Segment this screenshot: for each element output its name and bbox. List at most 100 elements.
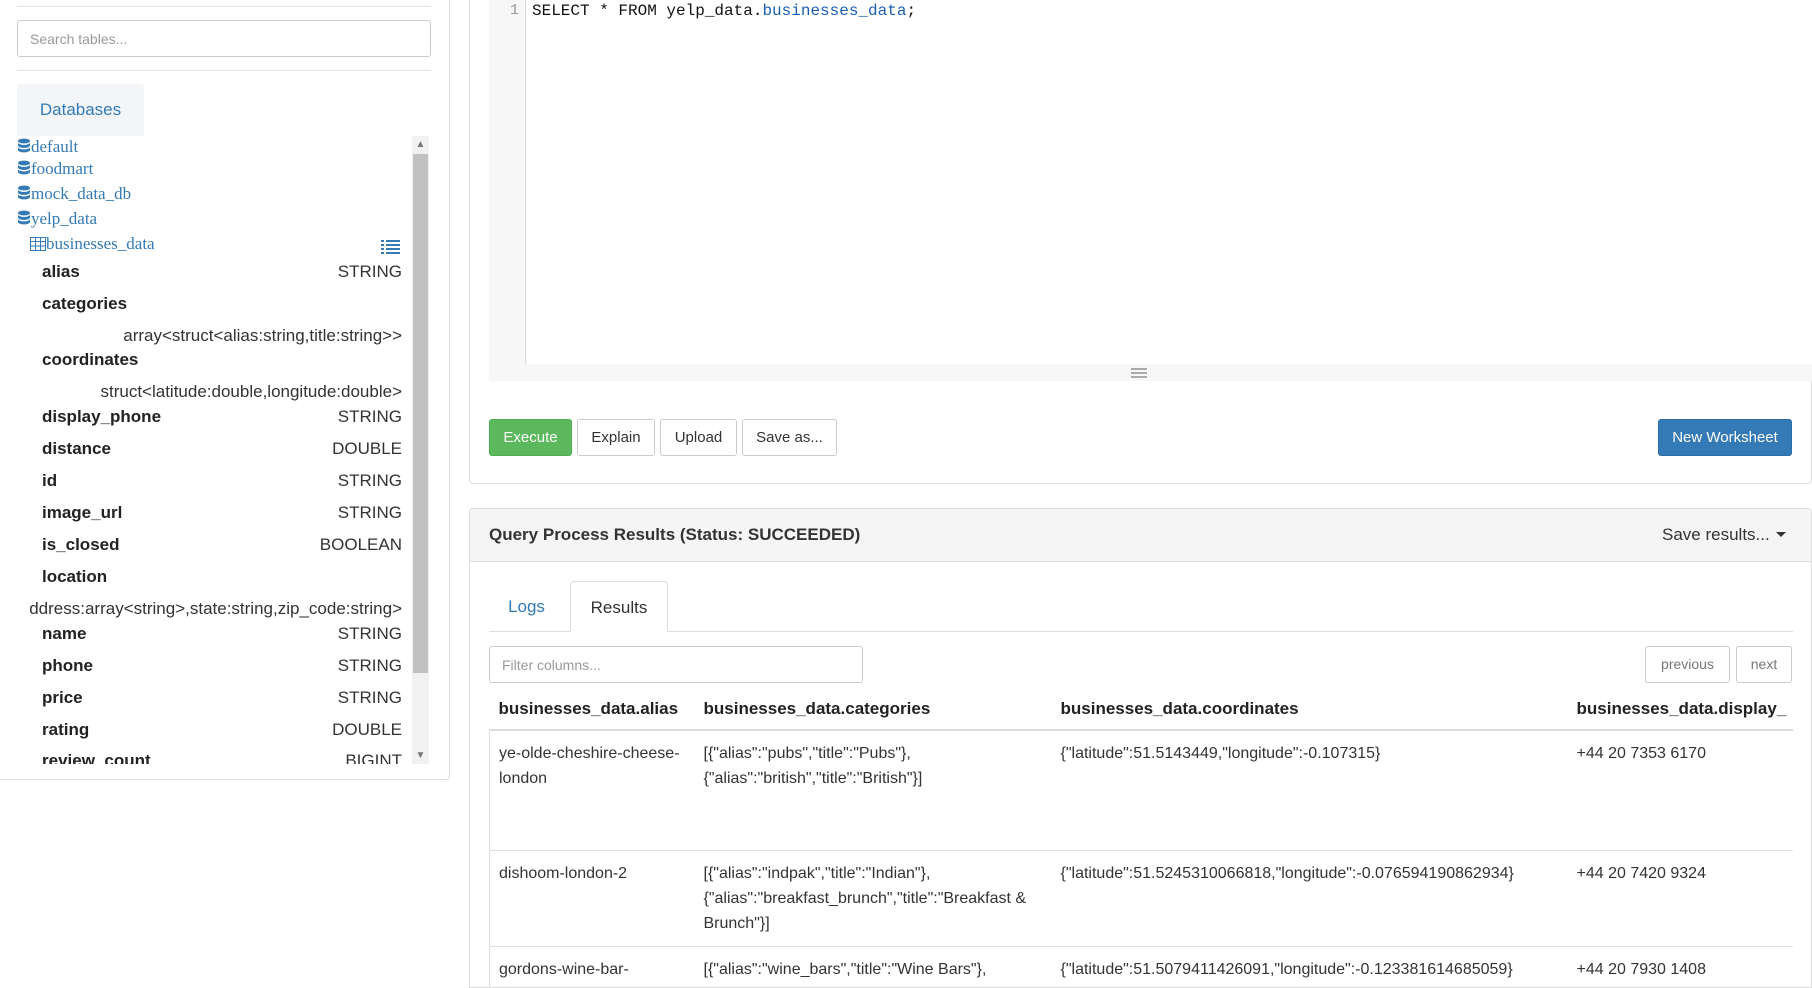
table-cell: ye-olde-cheshire-cheese-london — [489, 730, 695, 851]
code-table-name: businesses_data — [762, 2, 907, 20]
results-card: Query Process Results (Status: SUCCEEDED… — [469, 508, 1812, 988]
scroll-thumb[interactable] — [413, 154, 428, 673]
scroll-down-icon[interactable]: ▼ — [412, 747, 429, 764]
column-name: alias — [42, 262, 80, 281]
column-header[interactable]: businesses_data.coordinates — [1051, 692, 1568, 731]
column-type: STRING — [337, 688, 402, 707]
column-name: rating — [42, 720, 90, 739]
code-area[interactable]: SELECT * FROM yelp_data.businesses_data; — [527, 0, 1812, 364]
tree-db-label: mock_data_db — [31, 184, 132, 203]
new-worksheet-button[interactable]: New Worksheet — [1658, 419, 1792, 456]
table-cell: [{"alias":"indpak","title":"Indian"},{"a… — [694, 850, 1052, 947]
tree-table-businesses-data[interactable]: businesses_data — [30, 233, 155, 255]
results-table-container: businesses_data.alias businesses_data.ca… — [489, 692, 1793, 987]
next-page-button[interactable]: next — [1736, 646, 1792, 683]
column-type: DOUBLE — [332, 439, 402, 458]
column-type: STRING — [337, 503, 402, 522]
tab-logs[interactable]: Logs — [489, 581, 564, 632]
column-name: id — [42, 471, 58, 490]
column-type: ddress:array<string>,state:string,zip_co… — [29, 599, 402, 618]
tree-db-label: foodmart — [31, 159, 94, 178]
save-as-button[interactable]: Save as... — [742, 419, 837, 456]
upload-button[interactable]: Upload — [660, 419, 737, 456]
tree-table-label: businesses_data — [46, 234, 155, 253]
table-cell: +44 20 7930 1408 — [1567, 946, 1793, 987]
divider — [17, 6, 431, 7]
table-cell: {"latitude":51.5245310066818,"longitude"… — [1051, 850, 1568, 947]
query-editor-card: 1 SELECT * FROM yelp_data.businesses_dat… — [469, 0, 1812, 484]
code-text: SELECT * FROM yelp_data. — [532, 2, 763, 20]
table-cell: gordons-wine-bar- — [489, 946, 695, 987]
divider — [17, 70, 431, 71]
table-cell: [{"alias":"wine_bars","title":"Wine Bars… — [694, 946, 1052, 987]
tree-db-default[interactable]: default — [17, 136, 78, 158]
database-icon — [18, 210, 30, 225]
results-title: Query Process Results (Status: SUCCEEDED… — [489, 525, 861, 544]
scroll-up-icon[interactable]: ▲ — [412, 136, 429, 153]
tree-db-yelp-data[interactable]: yelp_data — [17, 208, 97, 230]
column-header[interactable]: businesses_data.alias — [489, 692, 695, 731]
tree-scrollbar[interactable]: ▲ ▼ — [412, 136, 429, 764]
column-name: location — [42, 567, 108, 586]
table-row: gordons-wine-bar- [{"alias":"wine_bars",… — [489, 946, 1793, 987]
resize-handle-icon[interactable] — [1131, 366, 1147, 382]
table-browser-panel: Databases default foodmart mock_data_db … — [0, 0, 450, 780]
table-cell: [{"alias":"pubs","title":"Pubs"},{"alias… — [694, 730, 1052, 851]
table-icon — [30, 237, 46, 251]
column-name: distance — [42, 439, 111, 458]
column-name: name — [42, 624, 87, 643]
table-cell: +44 20 7353 6170 — [1567, 730, 1793, 851]
column-name: review_count — [42, 751, 151, 764]
column-header[interactable]: businesses_data.categories — [694, 692, 1052, 731]
column-name: price — [42, 688, 83, 707]
execute-button[interactable]: Execute — [489, 419, 572, 456]
column-name: phone — [42, 656, 93, 675]
results-table: businesses_data.alias businesses_data.ca… — [489, 692, 1793, 987]
database-icon — [18, 185, 30, 200]
column-type: STRING — [337, 262, 402, 281]
line-gutter: 1 — [489, 0, 526, 364]
table-row: ye-olde-cheshire-cheese-london [{"alias"… — [489, 730, 1793, 851]
tree-db-foodmart[interactable]: foodmart — [17, 158, 93, 180]
tab-results[interactable]: Results — [570, 581, 668, 632]
database-icon — [18, 138, 30, 153]
database-tree: default foodmart mock_data_db yelp_data … — [0, 136, 432, 764]
column-name: categories — [42, 294, 128, 313]
explain-button[interactable]: Explain — [577, 419, 655, 456]
filter-columns-input[interactable] — [489, 646, 863, 683]
caret-down-icon — [1775, 532, 1786, 537]
column-name: image_url — [42, 503, 123, 522]
tabs-divider — [489, 631, 1793, 632]
tab-databases[interactable]: Databases — [17, 84, 144, 136]
save-results-label: Save results... — [1662, 525, 1770, 544]
list-icon[interactable] — [381, 240, 400, 257]
table-cell: dishoom-london-2 — [489, 850, 695, 947]
column-header[interactable]: businesses_data.display_ — [1567, 692, 1793, 731]
table-header-row: businesses_data.alias businesses_data.ca… — [489, 692, 1793, 731]
table-row: dishoom-london-2 [{"alias":"indpak","tit… — [489, 850, 1793, 947]
column-type: BOOLEAN — [319, 535, 402, 554]
table-cell: +44 20 7420 9324 — [1567, 850, 1793, 947]
table-cell: {"latitude":51.5079411426091,"longitude"… — [1051, 946, 1568, 987]
tree-db-label: yelp_data — [31, 209, 98, 228]
column-type: DOUBLE — [332, 720, 402, 739]
column-name: is_closed — [42, 535, 120, 554]
tree-db-mock-data-db[interactable]: mock_data_db — [17, 183, 131, 205]
column-type: BIGINT — [345, 751, 402, 764]
search-tables-input[interactable] — [17, 20, 431, 57]
column-type: STRING — [337, 624, 402, 643]
code-text: ; — [906, 2, 917, 20]
column-type: struct<latitude:double,longitude:double> — [100, 382, 402, 401]
tree-db-label: default — [31, 137, 79, 156]
table-cell: {"latitude":51.5143449,"longitude":-0.10… — [1051, 730, 1568, 851]
previous-page-button[interactable]: previous — [1645, 646, 1730, 683]
column-type: array<struct<alias:string,title:string>> — [123, 326, 402, 345]
column-type: STRING — [337, 407, 402, 426]
save-results-dropdown[interactable]: Save results... — [1662, 525, 1786, 545]
column-name: display_phone — [42, 407, 162, 426]
results-header: Query Process Results (Status: SUCCEEDED… — [470, 509, 1811, 562]
database-icon — [18, 160, 30, 175]
sql-editor[interactable]: 1 SELECT * FROM yelp_data.businesses_dat… — [489, 0, 1812, 381]
column-name: coordinates — [42, 350, 139, 369]
line-number: 1 — [509, 2, 519, 19]
